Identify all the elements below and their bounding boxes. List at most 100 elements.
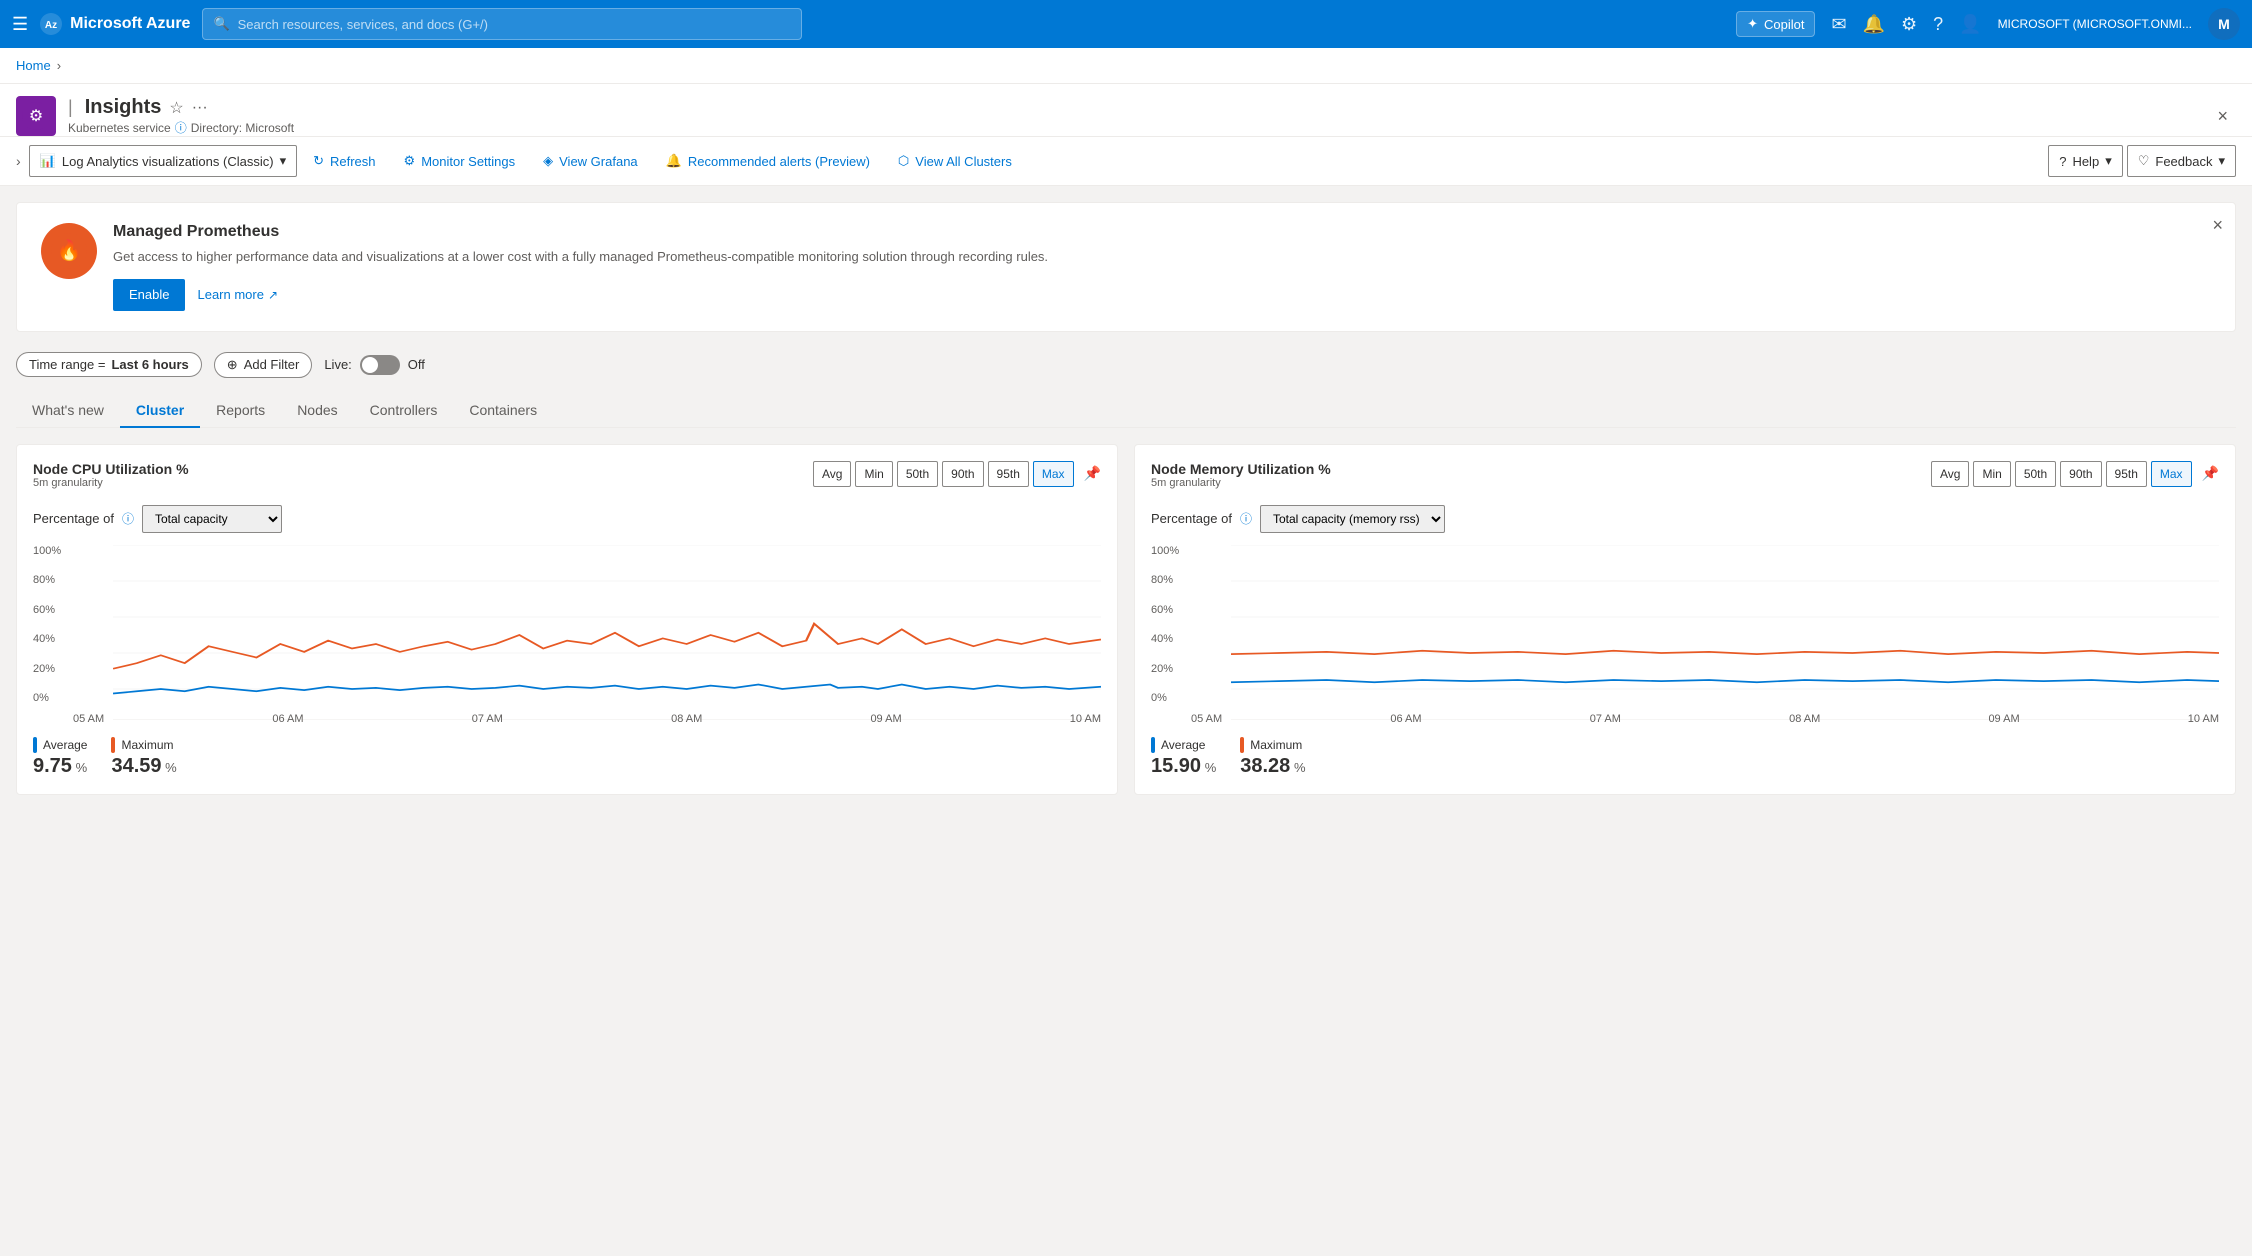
cpu-avg-label: Average xyxy=(33,737,87,753)
memory-avg-stat: Average 15.90 % xyxy=(1151,737,1216,778)
page-title: Insights xyxy=(85,96,162,119)
breadcrumb-separator: › xyxy=(57,58,61,73)
nav-arrow-icon: › xyxy=(16,153,21,169)
cpu-90th-btn[interactable]: 90th xyxy=(942,461,983,487)
cpu-percentage-select[interactable]: Total capacity Request Limit xyxy=(142,505,282,533)
memory-max-stat: Maximum 38.28 % xyxy=(1240,737,1305,778)
memory-max-label: Maximum xyxy=(1240,737,1305,753)
tab-cluster[interactable]: Cluster xyxy=(120,394,200,428)
title-separator: | xyxy=(68,97,73,118)
breadcrumb-home[interactable]: Home xyxy=(16,58,51,73)
tabs: What's new Cluster Reports Nodes Control… xyxy=(16,394,2236,428)
main-content: 🔥 Managed Prometheus Get access to highe… xyxy=(0,186,2252,1242)
recommended-alerts-button[interactable]: 🔔 Recommended alerts (Preview) xyxy=(654,145,882,177)
feedback-icon[interactable]: 👤 xyxy=(1959,14,1981,35)
memory-chart-card: Node Memory Utilization % 5m granularity… xyxy=(1134,444,2236,795)
toggle-knob xyxy=(362,357,378,373)
mem-avg-btn[interactable]: Avg xyxy=(1931,461,1969,487)
banner-content: Managed Prometheus Get access to higher … xyxy=(113,223,2211,311)
cpu-max-stat: Maximum 34.59 % xyxy=(111,737,176,778)
mem-min-btn[interactable]: Min xyxy=(1973,461,2010,487)
cpu-min-btn[interactable]: Min xyxy=(855,461,892,487)
memory-max-value: 38.28 xyxy=(1240,755,1290,777)
cpu-max-unit: % xyxy=(165,760,177,775)
help-button[interactable]: ? Help ▾ xyxy=(2048,145,2123,177)
view-dropdown-label: Log Analytics visualizations (Classic) xyxy=(62,154,274,169)
settings-icon[interactable]: ⚙ xyxy=(1901,14,1917,35)
monitor-settings-button[interactable]: ⚙ Monitor Settings xyxy=(392,145,528,177)
memory-percentage-info-icon: ⓘ xyxy=(1240,510,1252,527)
alerts-icon: 🔔 xyxy=(666,153,682,169)
cpu-x-axis: 05 AM 06 AM 07 AM 08 AM 09 AM 10 AM xyxy=(73,713,1101,725)
svg-text:🔥: 🔥 xyxy=(57,238,82,262)
live-toggle[interactable] xyxy=(360,355,400,375)
view-dropdown[interactable]: 📊 Log Analytics visualizations (Classic)… xyxy=(29,145,297,177)
banner-title: Managed Prometheus xyxy=(113,223,2211,241)
heart-icon: ♡ xyxy=(2138,153,2150,169)
avatar[interactable]: M xyxy=(2208,8,2240,40)
cpu-chart-controls: Avg Min 50th 90th 95th Max 📌 xyxy=(813,461,1101,487)
cpu-avg-color xyxy=(33,737,37,753)
copilot-icon: ✦ xyxy=(1747,16,1758,32)
tab-whats-new[interactable]: What's new xyxy=(16,394,120,428)
tab-containers[interactable]: Containers xyxy=(453,394,553,428)
refresh-button[interactable]: ↻ Refresh xyxy=(301,145,387,177)
copilot-button[interactable]: ✦ Copilot xyxy=(1736,11,1815,37)
cpu-50th-btn[interactable]: 50th xyxy=(897,461,938,487)
cpu-95th-btn[interactable]: 95th xyxy=(988,461,1029,487)
help-icon[interactable]: ? xyxy=(1933,14,1943,35)
menu-icon[interactable]: ☰ xyxy=(12,14,28,35)
more-options-icon[interactable]: ··· xyxy=(192,99,208,117)
mem-max-btn[interactable]: Max xyxy=(2151,461,2192,487)
cpu-avg-btn[interactable]: Avg xyxy=(813,461,851,487)
filter-bar: Time range = Last 6 hours ⊕ Add Filter L… xyxy=(16,352,2236,378)
search-placeholder: Search resources, services, and docs (G+… xyxy=(238,17,488,32)
nav-arrow[interactable]: › xyxy=(16,153,21,169)
tab-controllers[interactable]: Controllers xyxy=(354,394,454,428)
bell-icon[interactable]: 🔔 xyxy=(1863,14,1885,35)
help-chevron-icon: ▾ xyxy=(2105,153,2112,169)
charts-grid: Node CPU Utilization % 5m granularity Av… xyxy=(16,444,2236,795)
banner-close-button[interactable]: × xyxy=(2212,215,2223,236)
tab-reports[interactable]: Reports xyxy=(200,394,281,428)
add-filter-button[interactable]: ⊕ Add Filter xyxy=(214,352,313,378)
favorite-icon[interactable]: ☆ xyxy=(169,98,183,118)
mem-90th-btn[interactable]: 90th xyxy=(2060,461,2101,487)
time-range-filter[interactable]: Time range = Last 6 hours xyxy=(16,352,202,377)
cpu-max-value-row: 34.59 % xyxy=(111,755,176,778)
learn-more-button[interactable]: Learn more ↗ xyxy=(197,287,278,302)
search-bar[interactable]: 🔍 Search resources, services, and docs (… xyxy=(202,8,802,40)
service-icon: ⚙ xyxy=(16,96,56,136)
tab-nodes[interactable]: Nodes xyxy=(281,394,353,428)
cpu-chart-title: Node CPU Utilization % xyxy=(33,461,189,477)
memory-chart-controls: Avg Min 50th 90th 95th Max 📌 xyxy=(1931,461,2219,487)
azure-logo-icon: Az xyxy=(40,13,62,35)
enable-button[interactable]: Enable xyxy=(113,279,185,311)
memory-x-axis: 05 AM 06 AM 07 AM 08 AM 09 AM 10 AM xyxy=(1191,713,2219,725)
cpu-percentage-info-icon: ⓘ xyxy=(122,510,134,527)
memory-chart-header: Node Memory Utilization % 5m granularity… xyxy=(1151,461,2219,501)
svg-text:⚙: ⚙ xyxy=(29,108,43,125)
time-range-label: Time range = xyxy=(29,357,105,372)
k8s-icon: ⚙ xyxy=(22,102,50,130)
account-label[interactable]: MICROSOFT (MICROSOFT.ONMI... xyxy=(1998,17,2192,31)
view-grafana-button[interactable]: ◈ View Grafana xyxy=(531,145,650,177)
mem-50th-btn[interactable]: 50th xyxy=(2015,461,2056,487)
toolbar-right-actions: ? Help ▾ ♡ Feedback ▾ xyxy=(2048,145,2236,177)
feedback-button[interactable]: ♡ Feedback ▾ xyxy=(2127,145,2236,177)
cpu-chart-title-area: Node CPU Utilization % 5m granularity xyxy=(33,461,189,501)
close-button[interactable]: × xyxy=(2209,102,2236,131)
mail-icon[interactable]: ✉ xyxy=(1831,14,1846,35)
azure-logo-text: Microsoft Azure xyxy=(70,15,190,33)
memory-chart-title-area: Node Memory Utilization % 5m granularity xyxy=(1151,461,1331,501)
cpu-max-btn[interactable]: Max xyxy=(1033,461,1074,487)
mem-95th-btn[interactable]: 95th xyxy=(2106,461,2147,487)
grafana-icon: ◈ xyxy=(543,153,553,169)
memory-pin-icon[interactable]: 📌 xyxy=(2202,465,2219,482)
memory-avg-unit: % xyxy=(1205,760,1217,775)
memory-percentage-select[interactable]: Total capacity (memory rss) Total capaci… xyxy=(1260,505,1445,533)
breadcrumb: Home › xyxy=(0,48,2252,84)
cpu-pin-icon[interactable]: 📌 xyxy=(1084,465,1101,482)
memory-max-value-row: 38.28 % xyxy=(1240,755,1305,778)
view-all-clusters-button[interactable]: ⬡ View All Clusters xyxy=(886,145,1024,177)
